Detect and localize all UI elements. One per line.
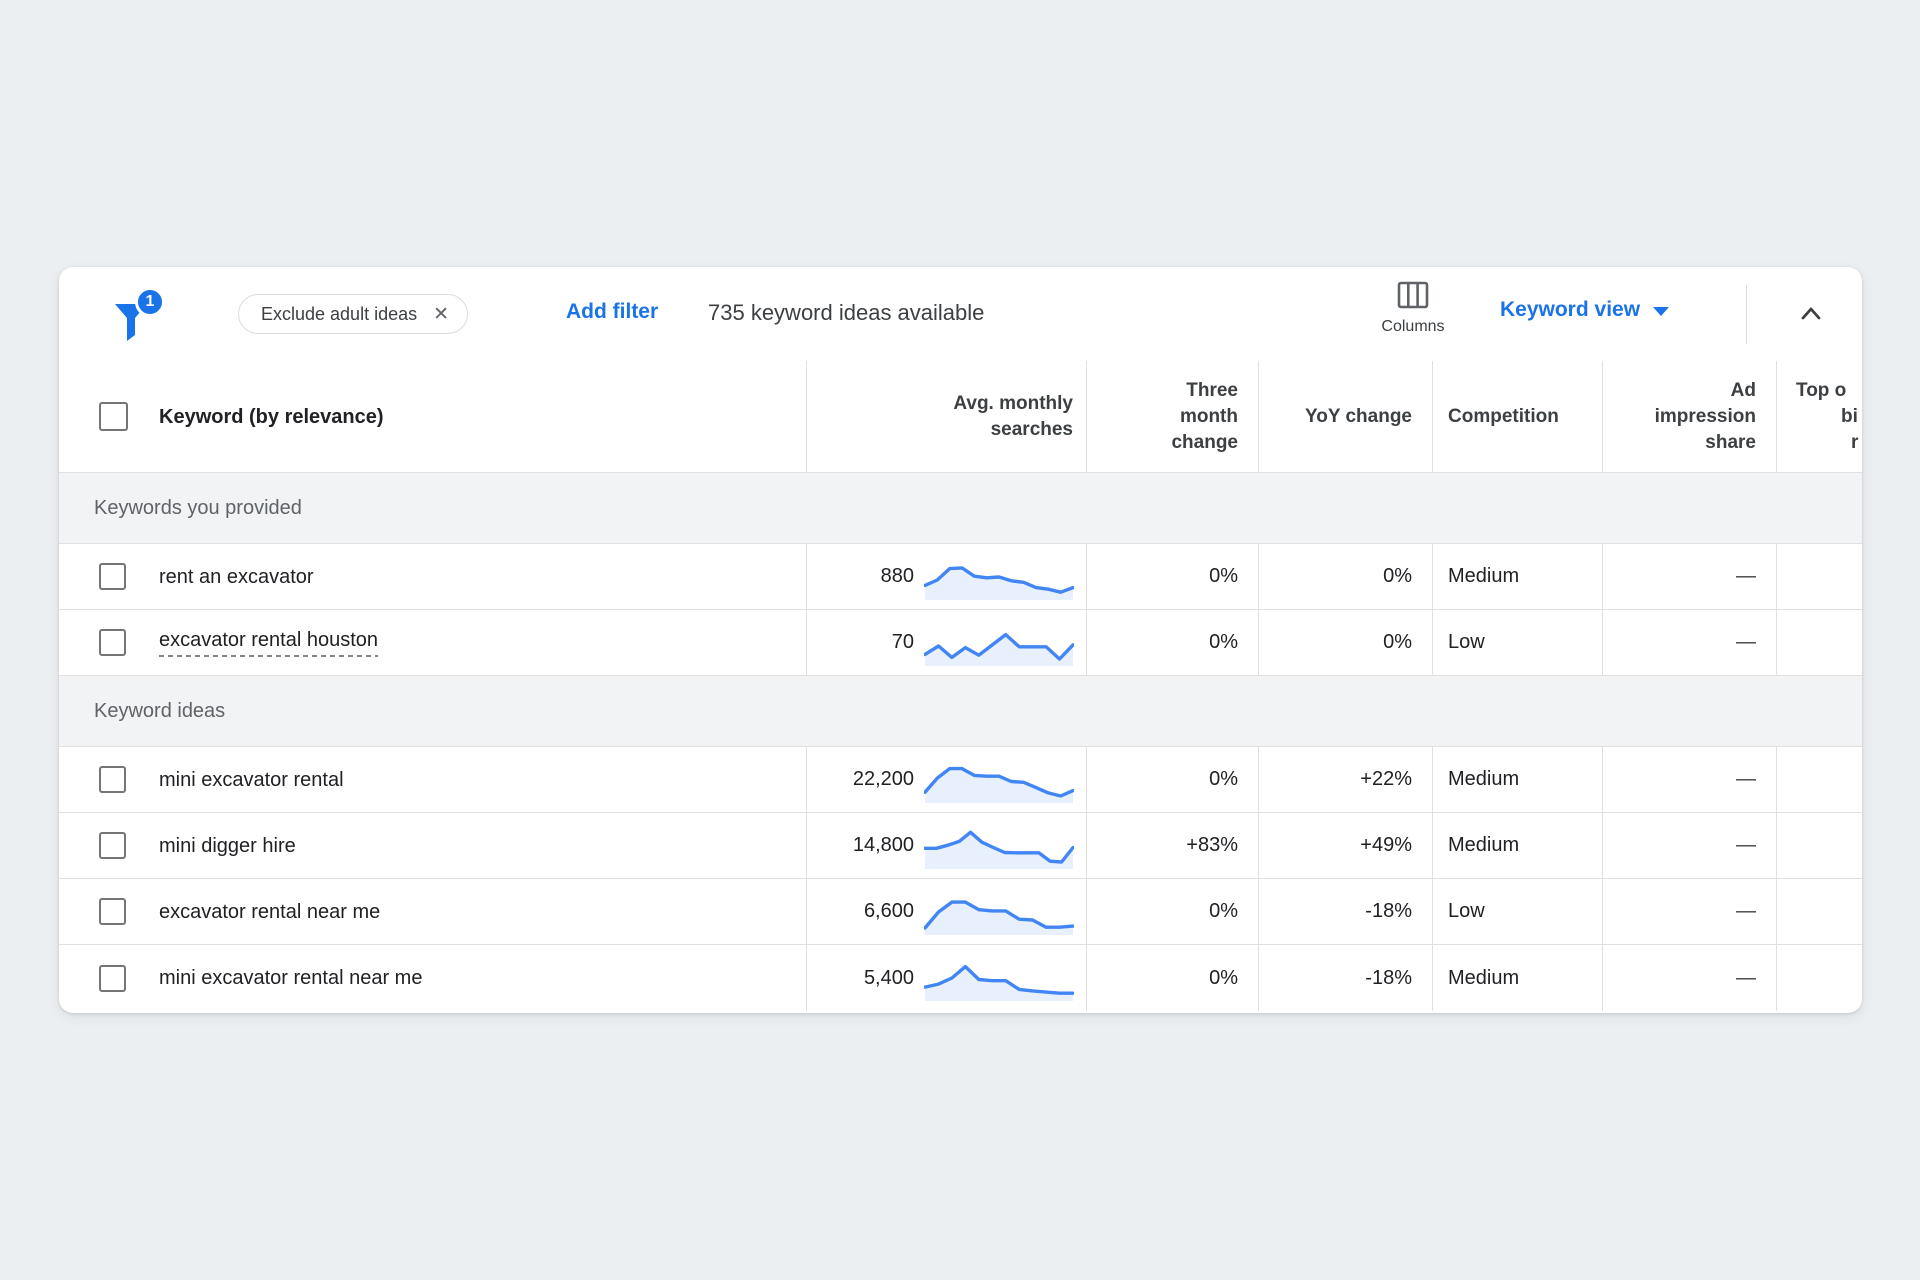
- competition-value: Medium: [1432, 544, 1602, 609]
- top-of-page-bid-cell: [1776, 813, 1862, 878]
- top-of-page-bid-cell: [1776, 945, 1862, 1011]
- column-header-avg-monthly-searches[interactable]: Avg. monthly searches: [806, 361, 1086, 472]
- trend-sparkline: [923, 554, 1075, 600]
- column-header-top-of-page-bid[interactable]: Top o bi r: [1776, 361, 1862, 472]
- three-month-change-value: 0%: [1086, 945, 1258, 1011]
- avg-monthly-searches-value: 5,400: [863, 966, 914, 989]
- yoy-change-value: 0%: [1258, 544, 1432, 609]
- table-row: mini excavator rental 22,200 0% +22% Med…: [59, 747, 1862, 813]
- filter-button[interactable]: 1: [111, 287, 171, 345]
- column-header-yoy-change[interactable]: YoY change: [1258, 361, 1432, 472]
- yoy-change-value: +49%: [1258, 813, 1432, 878]
- keyword-text: mini excavator rental near me: [159, 967, 423, 989]
- trend-sparkline: [923, 889, 1075, 935]
- toolbar-divider: [1746, 285, 1747, 344]
- keyword-text: rent an excavator: [159, 565, 314, 588]
- ad-impression-share-value: —: [1602, 544, 1776, 609]
- three-month-change-value: +83%: [1086, 813, 1258, 878]
- remove-filter-icon[interactable]: ✕: [433, 305, 449, 324]
- add-filter-button[interactable]: Add filter: [566, 300, 658, 324]
- column-header-keyword[interactable]: Keyword (by relevance): [59, 361, 806, 472]
- row-checkbox[interactable]: [99, 964, 126, 992]
- top-of-page-bid-clipped-label: Top o bi r: [1777, 378, 1858, 456]
- column-header-ad-impression-share[interactable]: Ad impression share: [1602, 361, 1776, 472]
- select-all-checkbox[interactable]: [99, 402, 128, 431]
- avg-monthly-searches-value: 70: [891, 631, 914, 653]
- section-label: Keyword ideas: [94, 699, 226, 722]
- dropdown-arrow-icon: [1653, 307, 1670, 316]
- trend-sparkline: [923, 823, 1075, 869]
- keyword-results-panel: 1 Exclude adult ideas ✕ Add filter 735 k…: [59, 267, 1862, 1013]
- row-checkbox[interactable]: [99, 766, 126, 793]
- table-row: excavator rental houston 70 0% 0% Low —: [59, 610, 1862, 676]
- yoy-change-value: +22%: [1258, 747, 1432, 812]
- results-count-text: 735 keyword ideas available: [708, 300, 985, 325]
- ad-impression-share-value: —: [1602, 747, 1776, 812]
- table-body: Keywords you provided rent an excavator …: [59, 473, 1862, 1011]
- three-month-change-value: 0%: [1086, 879, 1258, 944]
- avg-monthly-searches-value: 6,600: [863, 900, 914, 922]
- competition-value: Low: [1432, 610, 1602, 675]
- row-checkbox[interactable]: [99, 898, 126, 925]
- chevron-up-icon: [1801, 307, 1821, 320]
- keyword-column-label: Keyword (by relevance): [159, 405, 384, 428]
- three-month-change-value: 0%: [1086, 544, 1258, 609]
- columns-label: Columns: [1381, 318, 1445, 335]
- keyword-text: mini digger hire: [159, 834, 296, 857]
- trend-sparkline: [923, 955, 1075, 1001]
- ad-impression-share-value: —: [1602, 879, 1776, 944]
- results-toolbar: 1 Exclude adult ideas ✕ Add filter 735 k…: [59, 267, 1862, 361]
- table-row: mini excavator rental near me 5,400 0% -…: [59, 945, 1862, 1011]
- keyword-text[interactable]: excavator rental houston: [159, 628, 379, 657]
- avg-monthly-searches-value: 14,800: [852, 834, 914, 856]
- section-header-row: Keyword ideas: [59, 676, 1862, 747]
- top-of-page-bid-cell: [1776, 879, 1862, 944]
- row-checkbox[interactable]: [99, 563, 126, 590]
- table-row: excavator rental near me 6,600 0% -18% L…: [59, 879, 1862, 945]
- competition-value: Medium: [1432, 747, 1602, 812]
- top-of-page-bid-cell: [1776, 747, 1862, 812]
- avg-monthly-searches-value: 22,200: [852, 768, 914, 790]
- column-header-competition[interactable]: Competition: [1432, 361, 1602, 472]
- filter-count-badge: 1: [135, 287, 165, 317]
- yoy-change-value: -18%: [1258, 945, 1432, 1011]
- keyword-text: excavator rental near me: [159, 900, 381, 923]
- section-header-row: Keywords you provided: [59, 473, 1862, 544]
- top-of-page-bid-label-line: Top o: [1796, 379, 1847, 401]
- table-row: rent an excavator 880 0% 0% Medium —: [59, 544, 1862, 610]
- competition-value: Low: [1432, 879, 1602, 944]
- top-of-page-bid-cell: [1776, 544, 1862, 609]
- yoy-change-value: -18%: [1258, 879, 1432, 944]
- top-of-page-bid-label-line: r: [1851, 431, 1859, 453]
- trend-sparkline: [923, 757, 1075, 803]
- yoy-change-value: 0%: [1258, 610, 1432, 675]
- keyword-view-dropdown[interactable]: Keyword view: [1500, 298, 1670, 322]
- top-of-page-bid-cell: [1776, 610, 1862, 675]
- collapse-panel-button[interactable]: [1792, 295, 1830, 333]
- ad-impression-share-value: —: [1602, 945, 1776, 1011]
- filter-chip-label: Exclude adult ideas: [261, 303, 418, 324]
- avg-monthly-searches-value: 880: [880, 565, 914, 587]
- keyword-view-label: Keyword view: [1500, 298, 1641, 321]
- row-checkbox[interactable]: [99, 629, 126, 656]
- three-month-change-value: 0%: [1086, 610, 1258, 675]
- ad-impression-share-value: —: [1602, 610, 1776, 675]
- table-header-row: Keyword (by relevance) Avg. monthly sear…: [59, 361, 1862, 473]
- row-checkbox[interactable]: [99, 832, 126, 859]
- columns-button[interactable]: Columns: [1377, 281, 1449, 336]
- section-label: Keywords you provided: [94, 496, 302, 519]
- column-header-three-month-change[interactable]: Three month change: [1086, 361, 1258, 472]
- columns-icon: [1397, 281, 1429, 309]
- keyword-text: mini excavator rental: [159, 768, 344, 791]
- trend-sparkline: [923, 620, 1075, 666]
- top-of-page-bid-label-line: bi: [1841, 405, 1858, 427]
- table-row: mini digger hire 14,800 +83% +49% Medium…: [59, 813, 1862, 879]
- filter-chip-exclude-adult-ideas[interactable]: Exclude adult ideas ✕: [238, 294, 469, 334]
- competition-value: Medium: [1432, 945, 1602, 1011]
- three-month-change-value: 0%: [1086, 747, 1258, 812]
- ad-impression-share-value: —: [1602, 813, 1776, 878]
- competition-value: Medium: [1432, 813, 1602, 878]
